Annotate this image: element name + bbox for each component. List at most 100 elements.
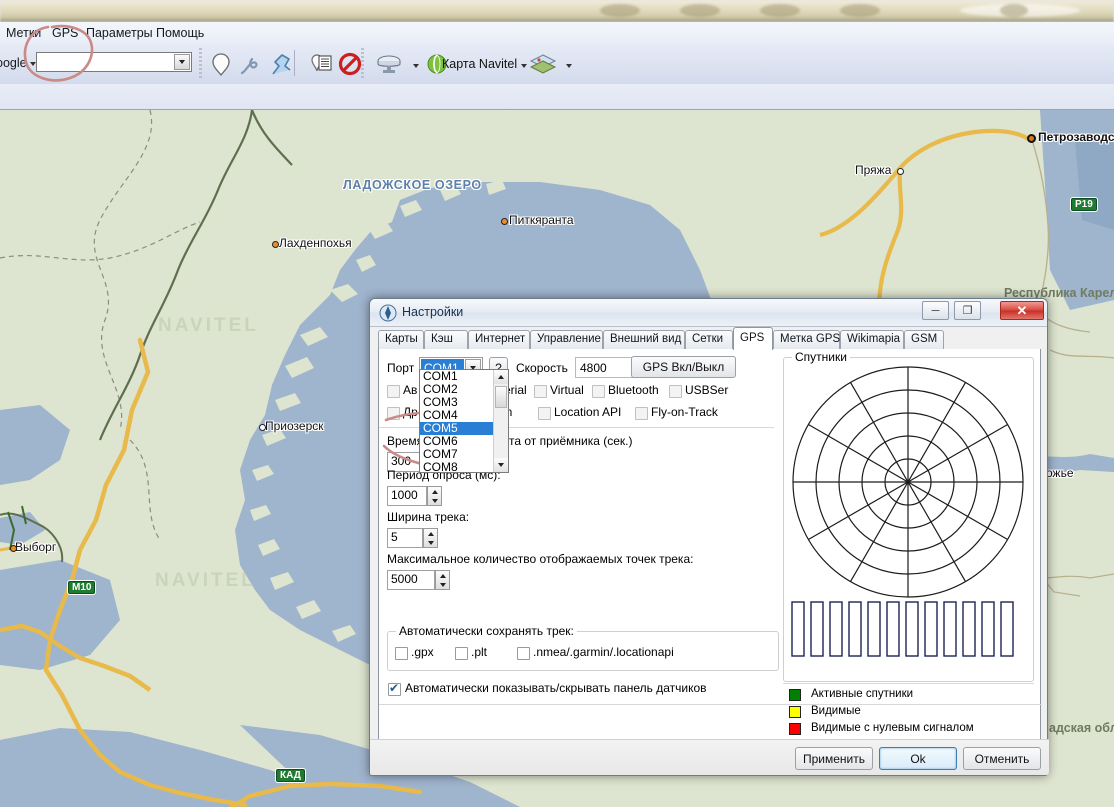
layers-icon[interactable] xyxy=(528,49,558,79)
tab-internet[interactable]: Интернет xyxy=(468,330,530,349)
checkbox-gpx[interactable] xyxy=(395,647,408,660)
max-points-stepper[interactable] xyxy=(435,570,450,590)
tab-kesh[interactable]: Кэш xyxy=(424,330,468,349)
satellite-sky-plot xyxy=(792,366,1024,598)
scroll-up-button[interactable] xyxy=(494,370,508,384)
map-label-city: Пряжа xyxy=(855,163,892,177)
no-entry-icon[interactable] xyxy=(335,49,365,79)
scroll-thumb[interactable] xyxy=(495,386,507,408)
tab-karty[interactable]: Карты xyxy=(378,330,424,349)
save-disk-icon[interactable] xyxy=(374,49,404,79)
map-city-dot xyxy=(272,241,279,248)
menu-item-gps[interactable]: GPS xyxy=(48,25,82,41)
search-engine-selector[interactable]: oogle xyxy=(0,56,36,70)
map-label-city: ожье xyxy=(1046,466,1074,480)
satellites-legend-divider xyxy=(783,683,1034,684)
checkbox-nmea[interactable] xyxy=(517,647,530,660)
track-width-stepper-up[interactable] xyxy=(424,529,437,538)
ok-button[interactable]: Ok xyxy=(879,747,957,770)
port-dropdown-list[interactable]: COM1 COM2 COM3 COM4 COM5 COM6 COM7 COM8 xyxy=(419,369,509,474)
dialog-title: Настройки xyxy=(402,305,464,319)
toolbar-separator xyxy=(199,48,202,78)
track-width-stepper[interactable] xyxy=(423,528,438,548)
checkbox-fly-on-track[interactable] xyxy=(635,407,648,420)
checkbox-bluetooth[interactable] xyxy=(592,385,605,398)
search-dropdown-button[interactable] xyxy=(174,54,190,70)
waypoint-icon[interactable] xyxy=(206,49,236,79)
checkbox-usbser[interactable] xyxy=(669,385,682,398)
checkbox-gpx-label: .gpx xyxy=(411,645,434,659)
tab-metka-gps[interactable]: Метка GPS xyxy=(773,330,840,349)
track-width-stepper-down[interactable] xyxy=(424,538,437,547)
dialog-title-bar[interactable]: Настройки ─ ❐ ✕ xyxy=(370,299,1047,327)
checkbox-usbser-label: USBSer xyxy=(685,383,729,397)
map-source-dropdown-icon[interactable] xyxy=(521,64,527,68)
maximize-button[interactable]: ❐ xyxy=(954,301,981,320)
map-label-city: Питкяранта xyxy=(509,213,574,227)
max-points-input[interactable]: 5000 xyxy=(387,570,435,590)
layers-dropdown-icon[interactable] xyxy=(566,64,572,68)
period-stepper-up[interactable] xyxy=(428,487,441,496)
max-points-stepper-up[interactable] xyxy=(436,571,449,580)
legend-label-zero-signal: Видимые с нулевым сигналом xyxy=(811,722,974,734)
period-input[interactable]: 1000 xyxy=(387,486,427,506)
tab-wikimapia[interactable]: Wikimapia xyxy=(840,330,904,349)
settings-dialog[interactable]: Настройки ─ ❐ ✕ Карты Кэш Интернет Управ… xyxy=(369,298,1049,776)
legend-swatch-visible xyxy=(789,706,801,718)
save-disk-dropdown-icon[interactable] xyxy=(413,64,419,68)
checkbox-bluetooth-label: Bluetooth xyxy=(608,383,659,397)
checkbox-plt-label: .plt xyxy=(471,645,488,659)
legend-label-visible: Видимые xyxy=(811,705,861,717)
chevron-down-icon xyxy=(179,60,185,64)
poi-list-icon[interactable] xyxy=(306,49,336,79)
checkbox-autoshow-sensors[interactable] xyxy=(388,681,401,696)
max-points-label: Максимальное количество отображаемых точ… xyxy=(387,552,694,566)
navitel-watermark: NAVITEL xyxy=(158,315,259,336)
blurred-title-strip xyxy=(0,0,1114,22)
map-source-label[interactable]: Карта Navitel xyxy=(442,57,517,71)
checkbox-other-label: Др xyxy=(403,405,418,419)
map-city-dot xyxy=(501,218,508,225)
checkbox-fly-on-track-label: Fly-on-Track xyxy=(651,405,718,419)
max-points-stepper-down[interactable] xyxy=(436,580,449,589)
navitel-watermark: NAVITEL xyxy=(155,570,256,591)
minimize-button[interactable]: ─ xyxy=(922,301,949,320)
speed-label: Скорость xyxy=(516,361,568,375)
checkbox-other[interactable] xyxy=(387,407,400,420)
map-city-dot xyxy=(897,168,904,175)
port-label: Порт xyxy=(387,361,415,375)
speed-selected-value: 4800 xyxy=(580,361,607,375)
checkbox-virtual-label: Virtual xyxy=(550,383,584,397)
search-input[interactable] xyxy=(39,54,171,70)
dropdown-scrollbar[interactable] xyxy=(493,370,508,472)
legend-swatch-active xyxy=(789,689,801,701)
tab-gps[interactable]: GPS xyxy=(733,327,773,350)
checkbox-location-api[interactable] xyxy=(538,407,551,420)
gps-toggle-button[interactable]: GPS Вкл/Выкл xyxy=(631,356,736,378)
search-engine-label: oogle xyxy=(0,56,27,70)
track-width-label: Ширина трека: xyxy=(387,510,470,524)
tab-upravlenie[interactable]: Управление xyxy=(530,330,603,349)
close-button[interactable]: ✕ xyxy=(1000,301,1044,320)
dialog-tab-bar[interactable]: Карты Кэш Интернет Управление Внешний ви… xyxy=(370,327,1049,350)
checkbox-auto[interactable] xyxy=(387,385,400,398)
checkbox-plt[interactable] xyxy=(455,647,468,660)
checkbox-virtual[interactable] xyxy=(534,385,547,398)
route-icon[interactable] xyxy=(266,49,296,79)
map-label-city: Лахденпохья xyxy=(279,236,352,250)
map-label-city: Выборг xyxy=(15,540,57,554)
period-stepper[interactable] xyxy=(427,486,442,506)
track-width-input[interactable]: 5 xyxy=(387,528,423,548)
tab-setki[interactable]: Сетки xyxy=(685,330,733,349)
menu-item-parametry[interactable]: Параметры xyxy=(82,25,157,41)
tab-vneshniy-vid[interactable]: Внешний вид xyxy=(603,330,685,349)
menu-item-metki[interactable]: Метки xyxy=(2,25,45,41)
scroll-down-button[interactable] xyxy=(494,458,508,472)
menu-item-pomosch[interactable]: Помощь xyxy=(152,25,208,41)
apply-button[interactable]: Применить xyxy=(795,747,873,770)
tab-gsm[interactable]: GSM xyxy=(904,330,944,349)
search-input-wrapper[interactable] xyxy=(36,52,192,72)
track-icon[interactable] xyxy=(236,49,266,79)
cancel-button[interactable]: Отменить xyxy=(963,747,1041,770)
period-stepper-down[interactable] xyxy=(428,496,441,505)
